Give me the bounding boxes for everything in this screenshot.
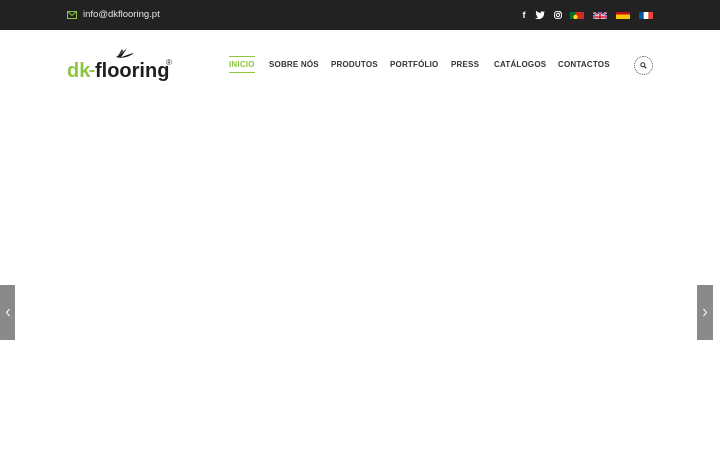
search-button[interactable] (634, 56, 653, 75)
nav-item-inicio[interactable]: INICIO (229, 56, 255, 73)
flag-spain-icon[interactable] (616, 9, 630, 19)
slider-next-button[interactable] (697, 285, 713, 340)
flag-france-icon[interactable] (639, 9, 653, 19)
nav-item-press[interactable]: PRESS (451, 60, 479, 70)
twitter-icon[interactable] (535, 11, 545, 19)
chevron-left-icon (5, 308, 10, 317)
contact-email[interactable]: info@dkflooring.pt (67, 9, 160, 21)
nav-item-portfolio[interactable]: PORTFÓLIO (390, 60, 438, 70)
logo-text-dk: dk (67, 60, 91, 82)
nav-item-contactos[interactable]: CONTACTOS (558, 60, 610, 70)
nav-item-produtos[interactable]: PRODUTOS (331, 60, 378, 70)
logo-text-flooring: flooring (95, 60, 169, 82)
flag-portugal-icon[interactable] (570, 9, 584, 19)
facebook-icon[interactable]: f (519, 8, 529, 22)
slider-prev-button[interactable] (0, 285, 15, 340)
top-bar: info@dkflooring.pt f (0, 0, 720, 30)
nav-item-catalogos[interactable]: CATÁLOGOS (494, 60, 546, 70)
search-icon (640, 62, 647, 69)
nav-item-sobre-nos[interactable]: SOBRE NÓS (269, 60, 319, 70)
site-logo[interactable]: dk flooring ® (66, 45, 176, 83)
instagram-icon[interactable] (553, 11, 563, 19)
email-text: info@dkflooring.pt (83, 9, 160, 20)
registered-mark: ® (166, 58, 172, 67)
chevron-right-icon (703, 308, 708, 317)
flag-uk-icon[interactable] (593, 9, 607, 19)
envelope-icon (67, 11, 77, 19)
